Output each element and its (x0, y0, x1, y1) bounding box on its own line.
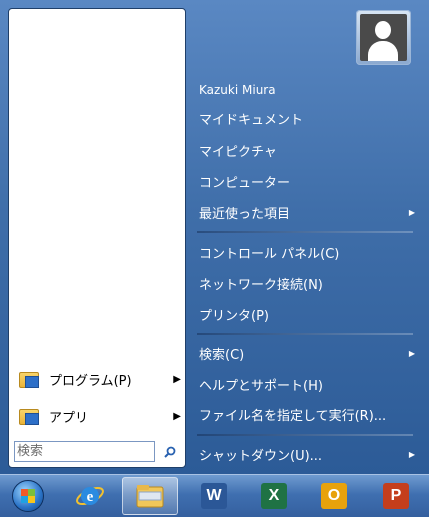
control-panel-menu-item[interactable]: コントロール パネル(C) (193, 238, 421, 266)
apps-menu-item[interactable]: アプリ ▶ (17, 403, 183, 429)
recent-items-menu-item[interactable]: 最近使った項目 ▶ (193, 198, 421, 226)
control-panel-label: コントロール パネル(C) (199, 246, 340, 262)
search-input[interactable]: 検索 (14, 441, 155, 462)
desktop-root: プログラム(P) ▶ アプリ ▶ 検索 Kazuki Miura マイドキュメン… (0, 0, 429, 517)
search-icon[interactable] (161, 441, 179, 462)
pictures-label: マイピクチャ (199, 144, 277, 160)
powerpoint-button[interactable]: P (368, 477, 424, 515)
powerpoint-icon: P (383, 483, 409, 509)
menu-divider (197, 333, 413, 335)
printers-label: プリンタ(P) (199, 308, 269, 324)
menu-divider (197, 231, 413, 233)
computer-label: コンピューター (199, 175, 291, 191)
start-menu: プログラム(P) ▶ アプリ ▶ 検索 Kazuki Miura マイドキュメン… (0, 0, 429, 475)
chevron-right-icon: ▶ (408, 348, 415, 358)
file-explorer-button[interactable] (122, 477, 178, 515)
internet-explorer-button[interactable]: e (62, 477, 118, 515)
search-placeholder: 検索 (17, 444, 44, 459)
apps-label: アプリ (49, 410, 89, 426)
run-menu-item[interactable]: ファイル名を指定して実行(R)... (193, 400, 421, 428)
network-connections-label: ネットワーク接続(N) (199, 277, 323, 293)
word-icon: W (201, 483, 227, 509)
chevron-right-icon: ▶ (408, 207, 415, 217)
internet-explorer-icon: e (76, 486, 104, 506)
help-support-label: ヘルプとサポート(H) (199, 378, 323, 394)
documents-label: マイドキュメント (199, 112, 304, 128)
excel-icon: X (261, 483, 287, 509)
menu-divider (197, 434, 413, 436)
programs-menu-item[interactable]: プログラム(P) ▶ (17, 366, 183, 392)
user-name: Kazuki Miura (199, 83, 276, 97)
outlook-button[interactable]: O (306, 477, 362, 515)
taskbar: e W X O P (0, 474, 429, 517)
printers-menu-item[interactable]: プリンタ(P) (193, 300, 421, 328)
chevron-right-icon: ▶ (173, 410, 181, 422)
start-button[interactable] (0, 477, 56, 515)
search-menu-item[interactable]: 検索(C) ▶ (193, 339, 421, 367)
svg-text:e: e (87, 489, 94, 505)
windows-orb-icon (12, 480, 44, 512)
user-name-item[interactable]: Kazuki Miura (193, 76, 421, 104)
shutdown-label: シャットダウン(U)... (199, 448, 323, 464)
recent-items-label: 最近使った項目 (199, 206, 291, 222)
word-button[interactable]: W (186, 477, 242, 515)
documents-menu-item[interactable]: マイドキュメント (193, 104, 421, 132)
shutdown-menu-item[interactable]: シャットダウン(U)... ▶ (193, 440, 421, 468)
run-label: ファイル名を指定して実行(R)... (199, 408, 387, 424)
user-avatar[interactable] (356, 10, 411, 65)
programs-label: プログラム(P) (49, 373, 132, 389)
network-connections-menu-item[interactable]: ネットワーク接続(N) (193, 269, 421, 297)
excel-button[interactable]: X (246, 477, 302, 515)
start-menu-left-pane: プログラム(P) ▶ アプリ ▶ 検索 (8, 8, 186, 468)
apps-folder-icon (19, 406, 39, 426)
programs-folder-icon (19, 369, 39, 389)
computer-menu-item[interactable]: コンピューター (193, 167, 421, 195)
chevron-right-icon: ▶ (173, 373, 181, 385)
outlook-icon: O (321, 483, 347, 509)
chevron-right-icon: ▶ (408, 449, 415, 459)
search-label: 検索(C) (199, 347, 245, 363)
pictures-menu-item[interactable]: マイピクチャ (193, 136, 421, 164)
folder-icon (136, 485, 164, 508)
help-support-menu-item[interactable]: ヘルプとサポート(H) (193, 370, 421, 398)
